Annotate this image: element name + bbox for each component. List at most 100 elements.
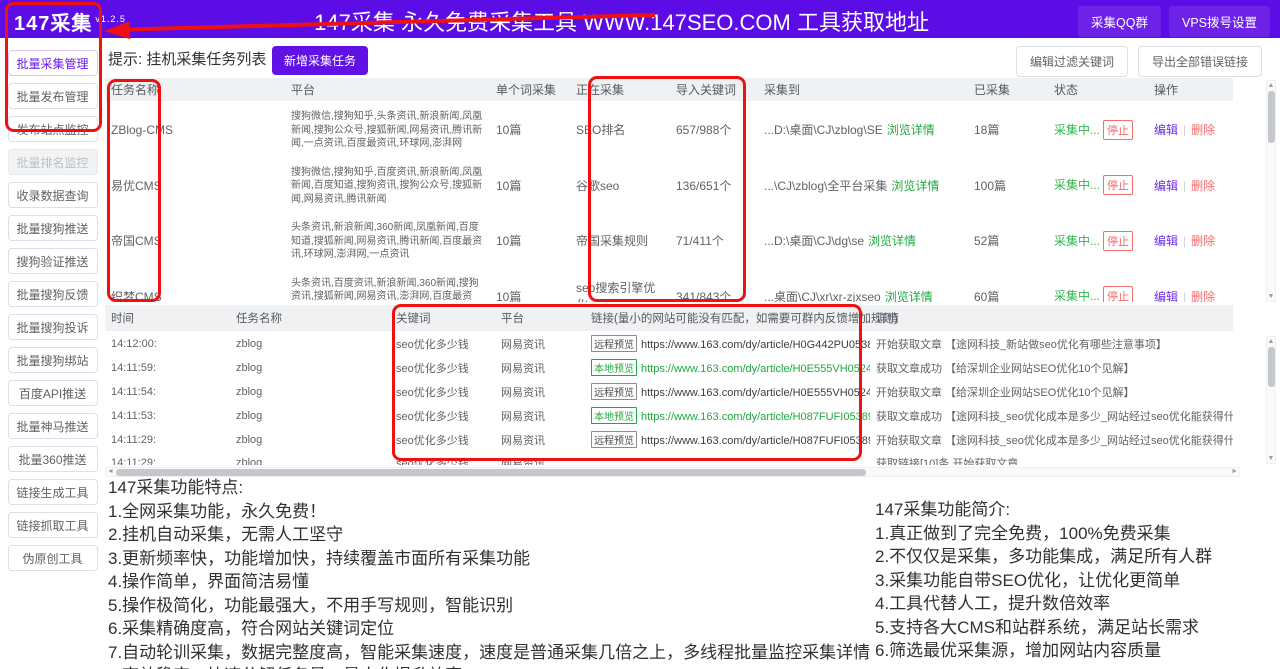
column-header: 导入关键词 xyxy=(670,78,758,101)
article-url-link[interactable]: https://www.163.com/dy/article/H087FUFI0… xyxy=(641,435,870,447)
log-keyword: seo优化多少钱 xyxy=(390,403,495,427)
new-task-button[interactable]: 新增采集任务 xyxy=(272,46,368,75)
sidebar-item[interactable]: 链接抓取工具 xyxy=(8,512,98,538)
status-running-label: 采集中... xyxy=(1054,234,1100,248)
log-keyword: seo优化多少钱 xyxy=(390,427,495,451)
logo-text: 147采集 xyxy=(14,13,92,35)
column-header: 正在采集 xyxy=(570,78,670,101)
edit-link[interactable]: 编辑 xyxy=(1154,123,1178,137)
sidebar-item[interactable]: 批量搜狗推送 xyxy=(8,215,98,241)
preview-badge[interactable]: 本地预览 xyxy=(591,359,637,376)
delete-link[interactable]: 删除 xyxy=(1191,234,1215,248)
sidebar-item[interactable]: 批量360推送 xyxy=(8,446,98,472)
ops-divider: | xyxy=(1183,123,1186,137)
imported-keywords-count: 71/411个 xyxy=(670,212,758,268)
list-item: 1.全网采集功能，永久免费！ xyxy=(108,500,878,524)
version-label: v1.2.5 xyxy=(95,14,126,24)
sidebar-item[interactable]: 批量搜狗投诉 xyxy=(8,314,98,340)
sidebar-item[interactable]: 收录数据查询 xyxy=(8,182,98,208)
list-item: 5.支持各大CMS和站群系统，满足站长需求 xyxy=(875,616,1275,640)
qq-group-button[interactable]: 采集QQ群 xyxy=(1078,6,1161,37)
log-time: 14:11:59: xyxy=(105,355,230,379)
log-link-cell xyxy=(585,451,870,465)
edit-link[interactable]: 编辑 xyxy=(1154,290,1178,302)
delete-link[interactable]: 删除 xyxy=(1191,123,1215,137)
sidebar-item[interactable]: 批量采集管理 xyxy=(8,50,98,76)
stop-button[interactable]: 停止 xyxy=(1103,175,1133,195)
imported-keywords-count: 657/988个 xyxy=(670,101,758,157)
save-path: ...D:\桌面\CJ\zblog\SE浏览详情 xyxy=(758,101,968,157)
list-item: 6.筛选最优采集源，增加网站内容质量 xyxy=(875,639,1275,663)
task-list-hint: 提示: 挂机采集任务列表 xyxy=(108,48,266,69)
log-link-cell: 本地预览 https://www.163.com/dy/article/H0E55… xyxy=(585,355,870,379)
delete-link[interactable]: 删除 xyxy=(1191,179,1215,193)
sidebar-item[interactable]: 链接生成工具 xyxy=(8,479,98,505)
export-error-links-button[interactable]: 导出全部错误链接 xyxy=(1138,46,1262,77)
sidebar-item[interactable]: 批量搜狗绑站 xyxy=(8,347,98,373)
page-title: 147采集 永久免费采集工具 WWW.147SEO.COM 工具获取地址 xyxy=(314,5,929,37)
log-table-scrollbar[interactable]: ▲ ▼ xyxy=(1266,336,1276,464)
article-url-link[interactable]: https://www.163.com/dy/article/H0E555VH0… xyxy=(641,387,870,399)
sidebar-item[interactable]: 搜狗验证推送 xyxy=(8,248,98,274)
browse-details-link[interactable]: 浏览详情 xyxy=(887,123,935,137)
sidebar-item[interactable]: 发布站点监控 xyxy=(8,116,98,142)
log-platform: 网易资讯 xyxy=(495,379,585,403)
column-header: 时间 xyxy=(105,305,230,331)
task-row: 帝国CMS头条资讯,新浪新闻,360新闻,凤凰新闻,百度知道,搜狐新闻,网易资讯… xyxy=(105,212,1233,268)
column-header: 单个词采集 xyxy=(490,78,570,101)
stop-button[interactable]: 停止 xyxy=(1103,231,1133,251)
edit-link[interactable]: 编辑 xyxy=(1154,234,1178,248)
log-row: 14:11:29:zblogseo优化多少钱网易资讯获取链接[10]条,开始获取… xyxy=(105,451,1233,465)
ops-cell: 编辑|删除 xyxy=(1148,212,1233,268)
delete-link[interactable]: 删除 xyxy=(1191,290,1215,302)
status-cell: 采集中...停止 xyxy=(1048,212,1148,268)
preview-badge[interactable]: 本地预览 xyxy=(591,407,637,424)
preview-badge[interactable]: 远程预览 xyxy=(591,335,637,352)
column-header: 平台 xyxy=(495,305,585,331)
status-cell: 采集中...停止 xyxy=(1048,268,1148,303)
list-item: 4.操作简单，界面简洁易懂 xyxy=(108,570,878,594)
article-url-link[interactable]: https://www.163.com/dy/article/H0E555VH0… xyxy=(641,363,870,375)
sidebar-item[interactable]: 批量神马推送 xyxy=(8,413,98,439)
article-url-link[interactable]: https://www.163.com/dy/article/H0G442PU0… xyxy=(641,339,870,351)
task-platforms: 头条资讯,百度资讯,新浪新闻,360新闻,搜狗资讯,搜狐新闻,网易资讯,澎湃网,… xyxy=(285,268,490,303)
app-window: 147采集v1.2.5 147采集 永久免费采集工具 WWW.147SEO.CO… xyxy=(0,0,1280,669)
status-running-label: 采集中... xyxy=(1054,123,1100,137)
collected-count: 100篇 xyxy=(968,157,1048,213)
log-platform: 网易资讯 xyxy=(495,403,585,427)
browse-details-link[interactable]: 浏览详情 xyxy=(885,290,933,302)
log-keyword: seo优化多少钱 xyxy=(390,355,495,379)
stop-button[interactable]: 停止 xyxy=(1103,286,1133,302)
sidebar-item[interactable]: 批量搜狗反馈 xyxy=(8,281,98,307)
sidebar-item[interactable]: 百度API推送 xyxy=(8,380,98,406)
task-platforms: 搜狗微信,搜狗知乎,头条资讯,新浪新闻,凤凰新闻,搜狗公众号,搜狐新闻,网易资讯… xyxy=(285,101,490,157)
task-name: ZBlog-CMS xyxy=(105,101,285,157)
task-table-scrollbar[interactable]: ▲ ▼ xyxy=(1266,80,1276,302)
app-logo: 147采集v1.2.5 xyxy=(14,7,126,36)
log-platform: 网易资讯 xyxy=(495,355,585,379)
list-item: 8.高效稳定，快速分解任务量，最大化提升效率。 xyxy=(108,664,878,669)
preview-badge[interactable]: 远程预览 xyxy=(591,431,637,448)
log-keyword: seo优化多少钱 xyxy=(390,451,495,465)
ops-divider: | xyxy=(1183,290,1186,302)
edit-filter-keywords-button[interactable]: 编辑过滤关键词 xyxy=(1016,46,1128,77)
column-header: 任务名称 xyxy=(230,305,390,331)
sidebar-item: 批量排名监控 xyxy=(8,149,98,175)
sidebar-item[interactable]: 批量发布管理 xyxy=(8,83,98,109)
preview-badge[interactable]: 远程预览 xyxy=(591,383,637,400)
log-detail: 开始获取文章 【途网科技_seo优化成本是多少_网站经过seo优化能获得什么_】 xyxy=(870,427,1233,451)
edit-link[interactable]: 编辑 xyxy=(1154,179,1178,193)
log-detail: 开始获取文章 【给深圳企业网站SEO优化10个见解】 xyxy=(870,379,1233,403)
log-detail: 获取文章成功 【给深圳企业网站SEO优化10个见解】 xyxy=(870,355,1233,379)
browse-details-link[interactable]: 浏览详情 xyxy=(868,234,916,248)
sidebar: 批量采集管理批量发布管理发布站点监控批量排名监控收录数据查询批量搜狗推送搜狗验证… xyxy=(0,38,105,669)
task-row: 易优CMS搜狗微信,搜狗知乎,百度资讯,新浪新闻,凤凰新闻,百度知道,搜狗资讯,… xyxy=(105,157,1233,213)
log-time: 14:12:00: xyxy=(105,331,230,355)
log-task-name: zblog xyxy=(230,427,390,451)
article-url-link[interactable]: https://www.163.com/dy/article/H087FUFI0… xyxy=(641,411,870,423)
vps-dial-settings-button[interactable]: VPS拨号设置 xyxy=(1169,6,1270,37)
stop-button[interactable]: 停止 xyxy=(1103,120,1133,140)
log-row: 14:11:59:zblogseo优化多少钱网易资讯本地预览https://ww… xyxy=(105,355,1233,379)
sidebar-item[interactable]: 伪原创工具 xyxy=(8,545,98,571)
browse-details-link[interactable]: 浏览详情 xyxy=(891,179,939,193)
